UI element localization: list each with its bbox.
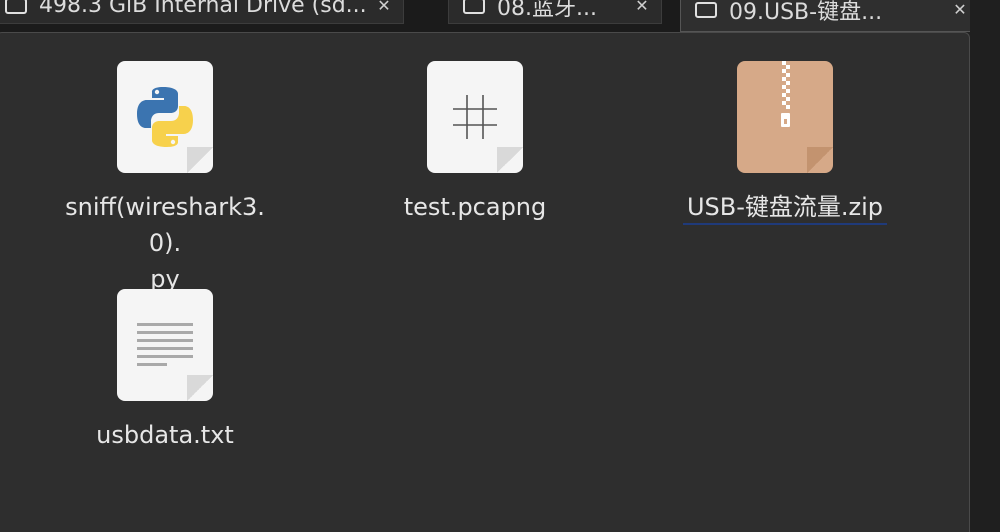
- file-name: sniff(wireshark3.0). py: [55, 189, 275, 297]
- file-name: test.pcapng: [365, 189, 585, 225]
- file-item-test-pcapng[interactable]: test.pcapng: [365, 61, 585, 225]
- file-thumbnail: [117, 289, 213, 401]
- file-item-usb-zip[interactable]: USB-键盘流量.zip: [675, 61, 895, 225]
- folder-icon: [463, 0, 485, 14]
- tab-bluetooth[interactable]: 08.蓝牙... ✕: [448, 0, 662, 24]
- tab-label: 08.蓝牙...: [497, 0, 597, 21]
- file-thumbnail: [117, 61, 213, 173]
- tab-label: 498.3 GiB Internal Drive (sd...: [39, 0, 367, 18]
- file-name: USB-键盘流量.zip: [675, 189, 895, 225]
- file-name-line1: USB-键盘流量.zip: [682, 193, 888, 225]
- file-thumbnail: [427, 61, 523, 173]
- close-icon[interactable]: ✕: [629, 0, 655, 15]
- file-name: usbdata.txt: [55, 417, 275, 453]
- folder-icon: [695, 1, 717, 18]
- window-edge: [970, 0, 1000, 532]
- file-thumbnail: [737, 61, 833, 173]
- close-icon[interactable]: ✕: [371, 0, 397, 15]
- tab-usb-keyboard[interactable]: 09.USB-键盘... ✕: [680, 0, 980, 32]
- file-name-line1: usbdata.txt: [96, 421, 234, 449]
- file-name-line1: sniff(wireshark3.0).: [65, 193, 265, 257]
- tab-label: 09.USB-键盘...: [729, 0, 883, 25]
- folder-icon: [5, 0, 27, 14]
- file-name-line1: test.pcapng: [403, 193, 547, 221]
- file-manager-window: 498.3 GiB Internal Drive (sd... ✕ 08.蓝牙.…: [0, 0, 1000, 532]
- file-item-sniff-py[interactable]: sniff(wireshark3.0). py: [55, 61, 275, 297]
- file-item-usbdata-txt[interactable]: usbdata.txt: [55, 289, 275, 453]
- tab-bar: 498.3 GiB Internal Drive (sd... ✕ 08.蓝牙.…: [0, 0, 1000, 32]
- tab-internal-drive[interactable]: 498.3 GiB Internal Drive (sd... ✕: [0, 0, 404, 24]
